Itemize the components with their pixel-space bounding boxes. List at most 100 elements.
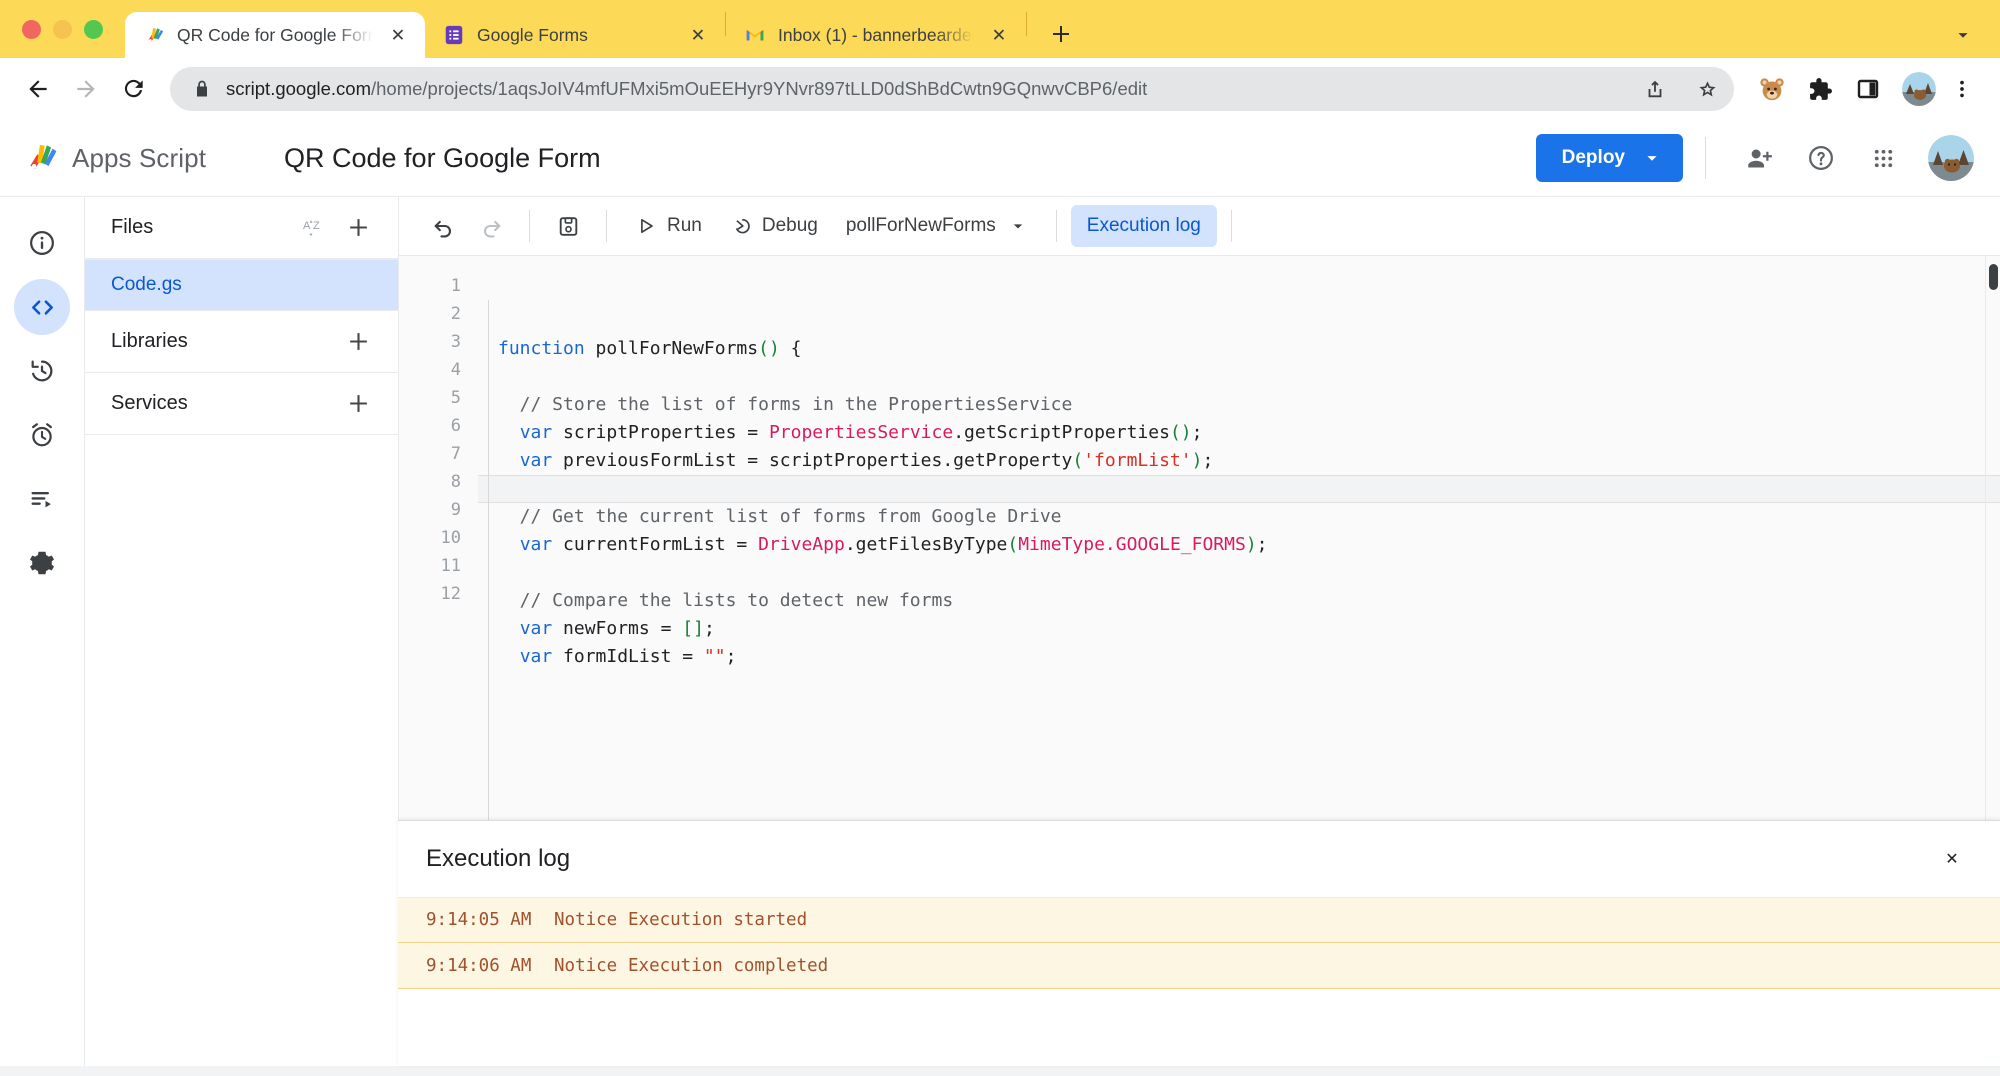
- app-header: Apps Script QR Code for Google Form Depl…: [0, 120, 2000, 196]
- back-arrow-icon[interactable]: [16, 67, 60, 111]
- puzzle-extensions-icon[interactable]: [1800, 69, 1840, 109]
- code-line[interactable]: var currentFormList = DriveApp.getFilesB…: [488, 531, 2000, 559]
- account-avatar[interactable]: [1928, 135, 1974, 181]
- project-title[interactable]: QR Code for Google Form: [284, 143, 601, 174]
- code-line[interactable]: [488, 559, 2000, 587]
- address-bar-url: script.google.com/home/projects/1aqsJoIV…: [226, 78, 1622, 100]
- left-navigation-rail: [0, 196, 84, 1066]
- code-line[interactable]: var scriptProperties = PropertiesService…: [488, 419, 2000, 447]
- browser-tab-title: Inbox (1) - bannerbeardemo@: [778, 25, 974, 46]
- add-file-button[interactable]: [336, 206, 380, 250]
- redo-icon[interactable]: [467, 202, 515, 250]
- new-tab-button[interactable]: [1041, 14, 1081, 54]
- sidebar-item-editor[interactable]: [14, 279, 70, 335]
- code-icon: [28, 293, 57, 322]
- sidebar-item-triggers[interactable]: [14, 407, 70, 463]
- code-token: [498, 618, 520, 639]
- browser-tab-apps-script[interactable]: QR Code for Google Form - Pr ✕: [125, 12, 425, 58]
- reload-icon[interactable]: [112, 67, 156, 111]
- log-message: Execution started: [628, 910, 2000, 930]
- bookmark-star-icon[interactable]: [1688, 70, 1726, 108]
- browser-profile-avatar[interactable]: [1902, 72, 1936, 106]
- sidebar-item-project-history[interactable]: [14, 343, 70, 399]
- add-service-button[interactable]: [336, 382, 380, 426]
- scrollbar-thumb[interactable]: [1989, 264, 1998, 290]
- code-token: ;: [1192, 422, 1203, 443]
- services-section-header: Services: [85, 373, 398, 435]
- code-token: pollForNewForms: [596, 338, 759, 359]
- play-icon: [635, 215, 657, 237]
- code-line[interactable]: // Get the current list of forms from Go…: [488, 503, 2000, 531]
- close-window-button[interactable]: [22, 20, 41, 39]
- code-line[interactable]: [478, 475, 2000, 503]
- tab-search-chevron-down-icon[interactable]: [1940, 12, 1986, 58]
- code-token: currentFormList =: [552, 534, 758, 555]
- app-body: Files AZ Code.gs Libraries: [0, 196, 2000, 1066]
- execution-log-header: Execution log ✕: [398, 821, 2000, 897]
- close-tab-button[interactable]: ✕: [385, 22, 411, 48]
- execution-log-tab[interactable]: Execution log: [1071, 205, 1217, 247]
- apps-script-application: Apps Script QR Code for Google Form Depl…: [0, 120, 2000, 1076]
- code-line[interactable]: var previousFormList = scriptProperties.…: [488, 447, 2000, 475]
- close-tab-button[interactable]: ✕: [986, 22, 1012, 48]
- files-section-header: Files AZ: [85, 197, 398, 259]
- code-token: [498, 534, 520, 555]
- code-token: ;: [704, 618, 715, 639]
- undo-icon[interactable]: [419, 202, 467, 250]
- maximize-window-button[interactable]: [84, 20, 103, 39]
- execution-log-panel: Execution log ✕ 9:14:05 AMNoticeExecutio…: [398, 820, 2000, 1066]
- sort-az-icon[interactable]: AZ: [292, 206, 336, 250]
- close-tab-button[interactable]: ✕: [685, 22, 711, 48]
- libraries-section-header: Libraries: [85, 311, 398, 373]
- toolbar-divider: [1056, 210, 1057, 242]
- sidebar-item-project-settings[interactable]: [14, 535, 70, 591]
- close-icon[interactable]: ✕: [1928, 835, 1976, 883]
- debug-button[interactable]: Debug: [716, 204, 832, 248]
- file-name: Code.gs: [111, 274, 182, 296]
- lock-icon: [192, 79, 212, 99]
- help-icon[interactable]: [1796, 133, 1846, 183]
- add-person-icon[interactable]: [1734, 133, 1784, 183]
- run-button[interactable]: Run: [621, 204, 716, 248]
- code-line[interactable]: // Store the list of forms in the Proper…: [488, 391, 2000, 419]
- add-library-button[interactable]: [336, 320, 380, 364]
- code-line[interactable]: [488, 363, 2000, 391]
- execution-log-tab-label: Execution log: [1087, 215, 1201, 237]
- three-dot-menu-icon[interactable]: [1940, 67, 1984, 111]
- code-line[interactable]: var formIdList = "";: [488, 643, 2000, 671]
- address-bar[interactable]: script.google.com/home/projects/1aqsJoIV…: [170, 67, 1734, 111]
- function-selector[interactable]: pollForNewForms: [832, 204, 1042, 248]
- code-line[interactable]: // Compare the lists to detect new forms: [488, 587, 2000, 615]
- save-icon[interactable]: [544, 202, 592, 250]
- brand[interactable]: Apps Script: [24, 139, 254, 178]
- code-token: ): [1246, 534, 1257, 555]
- code-token: scriptProperties =: [552, 422, 769, 443]
- browser-tab-gmail[interactable]: Inbox (1) - bannerbeardemo@ ✕: [726, 12, 1026, 58]
- line-number: 1: [399, 272, 461, 300]
- side-panel-icon[interactable]: [1848, 69, 1888, 109]
- code-line[interactable]: var newForms = [];: [488, 615, 2000, 643]
- code-token: ;: [1257, 534, 1268, 555]
- bear-extension-icon[interactable]: [1752, 69, 1792, 109]
- chevron-down-icon: [1641, 147, 1663, 169]
- run-button-label: Run: [667, 215, 702, 237]
- forward-arrow-icon[interactable]: [64, 67, 108, 111]
- google-apps-grid-icon[interactable]: [1858, 133, 1908, 183]
- deploy-button[interactable]: Deploy: [1536, 134, 1683, 182]
- minimize-window-button[interactable]: [53, 20, 72, 39]
- share-icon[interactable]: [1636, 70, 1674, 108]
- sidebar-item-executions[interactable]: [14, 471, 70, 527]
- code-token: DriveApp: [758, 534, 845, 555]
- code-token: var: [520, 534, 553, 555]
- sidebar-item-overview[interactable]: [14, 215, 70, 271]
- line-number: 3: [399, 328, 461, 356]
- code-line[interactable]: function pollForNewForms() {: [488, 335, 2000, 363]
- browser-navigation-bar: script.google.com/home/projects/1aqsJoIV…: [0, 58, 2000, 120]
- browser-tab-google-forms[interactable]: Google Forms ✕: [425, 12, 725, 58]
- line-number: 9: [399, 496, 461, 524]
- deploy-button-label: Deploy: [1562, 147, 1625, 169]
- file-item-code-gs[interactable]: Code.gs: [85, 259, 398, 311]
- log-message: Execution completed: [628, 956, 2000, 976]
- chevron-down-icon: [1008, 216, 1028, 236]
- code-token: var: [520, 618, 553, 639]
